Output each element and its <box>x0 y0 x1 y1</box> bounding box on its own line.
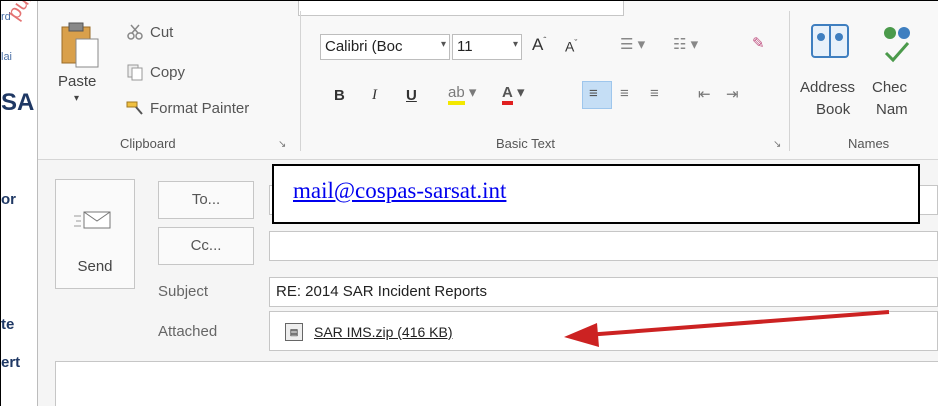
align-center-icon[interactable]: ≡ <box>620 85 629 102</box>
attached-label: Attached <box>158 323 218 340</box>
group-divider <box>300 11 301 151</box>
font-name-select[interactable]: Calibri (Boc ▾ <box>320 34 450 60</box>
font-name-value: Calibri (Boc <box>325 38 403 55</box>
group-divider <box>789 11 790 151</box>
cut-label: Cut <box>150 23 174 41</box>
bullets-icon[interactable]: ☰ ▾ <box>620 35 645 53</box>
subject-value: RE: 2014 SAR Incident Reports <box>276 283 487 300</box>
ribbon: Paste ▾ Cut Copy Format Painter Clipboar… <box>38 1 938 160</box>
increase-indent-icon[interactable]: ⇥ <box>726 85 739 103</box>
zip-file-icon: ▤ <box>285 323 303 341</box>
basic-text-group-label: Basic Text <box>496 136 556 151</box>
paste-button[interactable]: Paste ▾ <box>56 21 106 121</box>
cut-button[interactable]: Cut <box>126 23 173 41</box>
ribbon-tab-strip <box>298 1 624 16</box>
doc-fragment: te <box>1 316 15 333</box>
send-label: Send <box>77 258 113 275</box>
address-book-icon <box>811 24 849 58</box>
paste-label: Paste <box>58 73 97 90</box>
font-color-icon[interactable]: A ▾ <box>502 83 525 105</box>
highlight-icon[interactable]: ab ▾ <box>448 83 476 105</box>
message-body[interactable] <box>55 361 938 406</box>
background-document: rd lai SA or te ert publications <box>1 1 82 406</box>
email-link[interactable]: mail@cospas-sarsat.int <box>293 178 506 204</box>
attachment-field: ▤ SAR IMS.zip (416 KB) <box>269 311 938 351</box>
scissors-icon <box>127 24 143 40</box>
cc-field[interactable] <box>269 231 938 261</box>
doc-fragment: or <box>1 191 16 208</box>
copy-label: Copy <box>150 63 186 81</box>
doc-fragment: SA <box>1 89 35 116</box>
chevron-down-icon: ▾ <box>440 39 446 50</box>
address-book-button[interactable]: Address Book <box>798 23 868 133</box>
names-group-label: Names <box>848 136 890 151</box>
grow-font-icon[interactable]: Aˆ <box>532 35 546 55</box>
dialog-launcher-icon[interactable]: ↘ <box>278 139 286 150</box>
format-painter-button[interactable]: Format Painter <box>126 99 249 117</box>
doc-fragment: lai <box>1 51 13 63</box>
clear-formatting-icon[interactable]: ✎ <box>752 34 765 52</box>
copy-icon <box>127 64 143 81</box>
address-book-label-line1: Address <box>800 79 856 96</box>
dialog-launcher-icon[interactable]: ↘ <box>773 139 781 150</box>
check-names-label-line1: Chec <box>872 79 908 96</box>
copy-button[interactable]: Copy <box>126 63 185 81</box>
align-left-button[interactable]: ≡ <box>582 81 612 109</box>
format-painter-label: Format Painter <box>150 99 250 117</box>
numbering-icon[interactable]: ☷ ▾ <box>673 35 698 53</box>
italic-button[interactable]: I <box>372 87 377 104</box>
send-icon <box>74 211 111 229</box>
check-names-button[interactable]: Chec Nam <box>872 23 938 133</box>
doc-fragment: ert <box>1 354 21 371</box>
paste-icon <box>61 22 99 68</box>
chevron-down-icon: ▾ <box>512 39 518 50</box>
subject-field[interactable]: RE: 2014 SAR Incident Reports <box>269 277 938 307</box>
screenshot-frame: rd lai SA or te ert publications Paste ▾ <box>0 0 938 406</box>
attachment-link[interactable]: SAR IMS.zip (416 KB) <box>314 324 453 340</box>
email-callout-box: mail@cospas-sarsat.int <box>272 164 920 224</box>
decrease-indent-icon[interactable]: ⇤ <box>698 85 711 103</box>
shrink-font-icon[interactable]: Aˇ <box>565 38 577 55</box>
align-right-icon[interactable]: ≡ <box>650 85 659 102</box>
send-button[interactable]: Send <box>55 179 135 289</box>
font-size-select[interactable]: 11 ▾ <box>452 34 522 60</box>
subject-label: Subject <box>158 283 209 300</box>
font-size-value: 11 <box>457 38 473 55</box>
align-left-icon: ≡ <box>589 85 598 102</box>
address-book-label-line2: Book <box>816 101 851 118</box>
to-button[interactable]: To... <box>158 181 254 219</box>
underline-button[interactable]: U <box>406 87 417 104</box>
brush-icon <box>126 101 143 115</box>
bold-button[interactable]: B <box>334 87 345 104</box>
check-names-label-line2: Nam <box>876 101 908 118</box>
chevron-down-icon: ▾ <box>74 93 80 104</box>
clipboard-group-label: Clipboard <box>120 136 176 151</box>
check-names-icon <box>884 27 910 63</box>
cc-button[interactable]: Cc... <box>158 227 254 265</box>
